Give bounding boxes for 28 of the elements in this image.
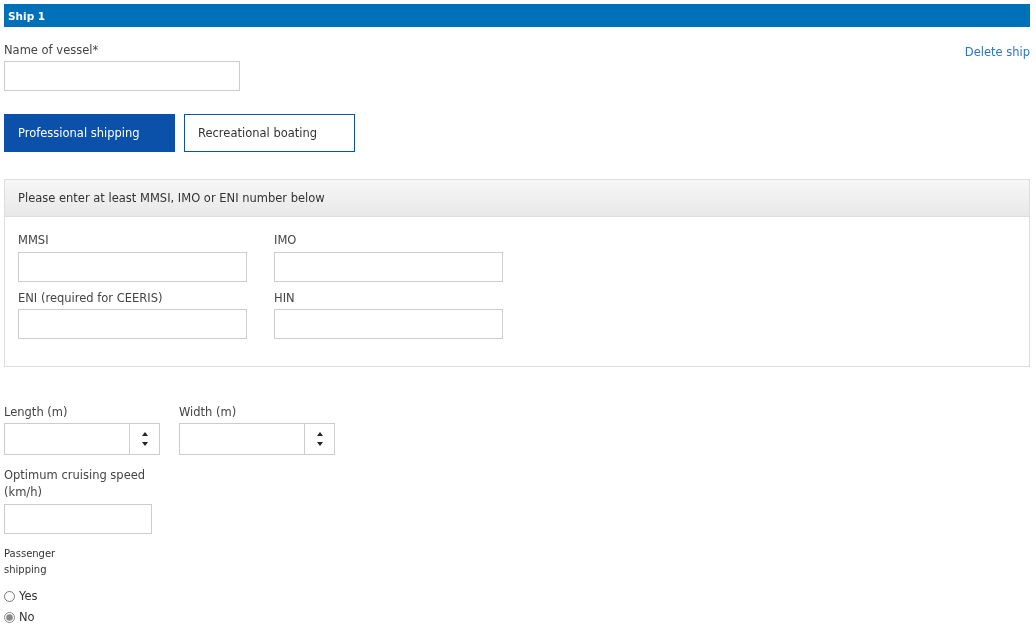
text-field[interactable] bbox=[274, 251, 503, 282]
number-field[interactable] bbox=[179, 423, 335, 455]
field-label: ENI (required for CEERIS) bbox=[18, 289, 164, 307]
spinner-arrows-icon[interactable] bbox=[315, 430, 324, 448]
text-field[interactable] bbox=[4, 61, 240, 92]
option-label: Yes bbox=[19, 587, 38, 605]
radio-button[interactable] bbox=[4, 590, 15, 602]
text-field[interactable] bbox=[18, 251, 247, 282]
field-label: Optimum cruising speed (km/h) bbox=[4, 467, 147, 502]
radio-button[interactable] bbox=[4, 611, 15, 623]
field-label: HIN bbox=[274, 289, 296, 307]
text-field[interactable] bbox=[18, 308, 247, 339]
text-field[interactable] bbox=[4, 503, 152, 534]
number-field[interactable] bbox=[4, 423, 160, 455]
tab[interactable]: Recreational boating bbox=[184, 114, 355, 153]
field-label: IMO bbox=[274, 232, 298, 250]
option-label: No bbox=[19, 608, 35, 626]
text-field[interactable] bbox=[274, 308, 503, 339]
tab[interactable]: Professional shipping bbox=[4, 114, 175, 153]
spinner-arrows-icon[interactable] bbox=[140, 430, 149, 448]
field-label: MMSI bbox=[18, 232, 50, 250]
field-label: Passenger shipping bbox=[4, 546, 57, 577]
field-label: Name of vessel* bbox=[4, 42, 100, 59]
field-label: Width (m) bbox=[179, 403, 238, 421]
section-header: Ship 1 bbox=[4, 4, 1030, 27]
panel-heading: Please enter at least MMSI, IMO or ENI number below bbox=[5, 180, 1029, 218]
delete-link[interactable]: Delete ship bbox=[964, 44, 1030, 62]
field-label: Length (m) bbox=[4, 403, 69, 421]
